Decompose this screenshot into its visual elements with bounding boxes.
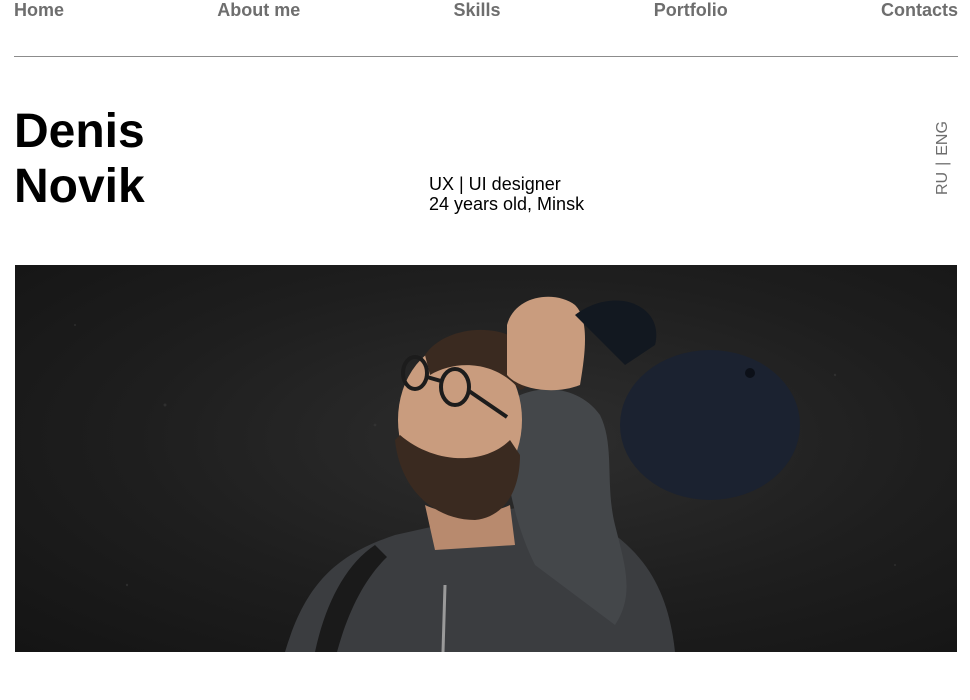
nav-home-link[interactable]: Home	[14, 0, 64, 20]
profile-summary: UX | UI designer 24 years old, Minsk	[429, 174, 584, 214]
last-name: Novik	[14, 160, 145, 213]
nav-portfolio-link[interactable]: Portfolio	[654, 0, 728, 20]
page-title: Denis Novik	[14, 104, 145, 214]
details-text: 24 years old, Minsk	[429, 194, 585, 214]
lang-separator: |	[934, 161, 951, 166]
lang-eng-link[interactable]: ENG	[934, 121, 952, 156]
role-text: UX | UI designer	[429, 174, 561, 194]
nav-contacts-link[interactable]: Contacts	[881, 0, 958, 20]
first-name: Denis	[14, 105, 145, 158]
lang-ru-link[interactable]: RU	[934, 172, 952, 195]
nav-about-link[interactable]: About me	[217, 0, 300, 20]
nav-divider	[14, 56, 958, 57]
portrait-photo	[15, 265, 957, 652]
nav-skills-link[interactable]: Skills	[453, 0, 500, 20]
main-nav: Home About me Skills Portfolio Contacts	[14, 0, 958, 22]
language-switcher: RU | ENG	[934, 113, 952, 195]
portrait-illustration	[74, 296, 896, 652]
